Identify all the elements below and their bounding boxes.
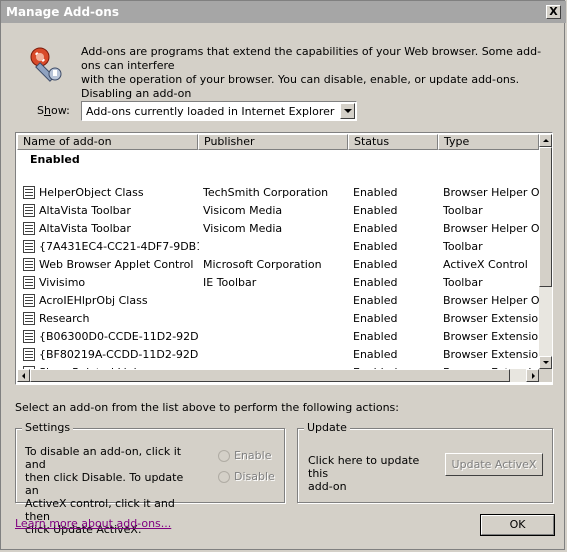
cell-publisher: TechSmith Corporation: [203, 186, 329, 199]
column-header-type[interactable]: Type: [438, 134, 539, 150]
cell-name: AcroIEHlprObj Class: [39, 294, 148, 307]
cell-status: Enabled: [353, 348, 398, 361]
cell-name: Research: [39, 312, 90, 325]
cell-type: Browser Helper Object: [443, 186, 539, 199]
addon-icon: [23, 330, 35, 343]
cell-status: Enabled: [353, 240, 398, 253]
cell-status: Enabled: [353, 258, 398, 271]
vertical-scrollbar[interactable]: [539, 134, 552, 369]
scroll-left-icon[interactable]: [17, 369, 30, 382]
cell-status: Enabled: [353, 222, 398, 235]
cell-name: AltaVista Toolbar: [39, 204, 131, 217]
addon-icon: [23, 240, 35, 253]
window-title: Manage Add-ons: [6, 5, 119, 19]
addons-list[interactable]: Name of add-on Publisher Status Type Ena…: [15, 132, 553, 385]
settings-title: Settings: [22, 421, 74, 434]
group-label-enabled: Enabled: [30, 153, 80, 166]
column-header-publisher[interactable]: Publisher: [198, 134, 348, 150]
cell-type: Browser Extension: [443, 312, 539, 325]
cell-status: Enabled: [353, 186, 398, 199]
cell-publisher: Visicom Media: [203, 222, 283, 235]
update-description: Click here to update this add-on: [308, 454, 420, 493]
table-row[interactable]: AcroIEHlprObj Class Enabled Browser Helper…: [17, 292, 539, 310]
cell-publisher: IE Toolbar: [203, 276, 257, 289]
table-row[interactable]: HelperObject Class TechSmith Corporation E…: [17, 184, 539, 202]
table-row[interactable]: {7A431EC4-CC21-4DF7-9DB1... Enabled Toolba…: [17, 238, 539, 256]
addon-icon: [23, 276, 35, 289]
instructions-text: Select an add-on from the list above to …: [15, 401, 399, 414]
cell-type: Browser Helper Object: [443, 294, 539, 307]
horizontal-scrollbar[interactable]: [17, 369, 539, 382]
title-bar[interactable]: Manage Add-ons X: [1, 1, 566, 23]
table-row[interactable]: Web Browser Applet Control Microsoft Corp…: [17, 256, 539, 274]
update-activex-button[interactable]: Update ActiveX: [445, 453, 543, 476]
addon-icon: [23, 204, 35, 217]
learn-more-link[interactable]: Learn more about add-ons...: [15, 517, 171, 530]
cell-status: Enabled: [353, 204, 398, 217]
cell-name: {BF80219A-CCDD-11D2-92D3...: [39, 348, 199, 361]
cell-type: Toolbar: [443, 276, 483, 289]
scroll-thumb[interactable]: [539, 147, 552, 287]
disable-radio-label: Disable: [234, 470, 275, 483]
cell-name: Web Browser Applet Control: [39, 258, 194, 271]
addon-icon: [23, 258, 35, 271]
close-button[interactable]: X: [546, 5, 561, 19]
cell-publisher: Microsoft Corporation: [203, 258, 322, 271]
table-row[interactable]: Research Enabled Browser Extension: [17, 310, 539, 328]
addon-icon: [23, 294, 35, 307]
show-dropdown-value: Add-ons currently loaded in Internet Exp…: [86, 105, 335, 118]
cell-name: AltaVista Toolbar: [39, 222, 131, 235]
table-row[interactable]: AltaVista Toolbar Visicom Media Enabled Bro…: [17, 220, 539, 238]
ok-button-label: OK: [481, 515, 554, 535]
cell-name: {B06300D0-CCDE-11D2-92D3...: [39, 330, 199, 343]
cell-status: Enabled: [353, 312, 398, 325]
table-row[interactable]: AltaVista Toolbar Visicom Media Enabled Too…: [17, 202, 539, 220]
chevron-down-icon[interactable]: [340, 103, 355, 119]
table-row[interactable]: Vivisimo IE Toolbar Enabled Toolbar: [17, 274, 539, 292]
cell-type: Browser Helper Object: [443, 222, 539, 235]
scroll-corner: [539, 369, 552, 382]
cell-name: HelperObject Class: [39, 186, 144, 199]
enable-radio[interactable]: [218, 450, 230, 462]
addon-icon: [23, 222, 35, 235]
scroll-down-icon[interactable]: [539, 356, 552, 369]
update-title: Update: [304, 421, 350, 434]
addon-icon: [23, 312, 35, 325]
cell-name: Vivisimo: [39, 276, 86, 289]
addon-icon: [23, 348, 35, 361]
cell-type: Toolbar: [443, 204, 483, 217]
table-row[interactable]: {BF80219A-CCDD-11D2-92D3... Enabled Browse…: [17, 346, 539, 364]
show-label: Show:: [37, 104, 70, 117]
cell-status: Enabled: [353, 330, 398, 343]
cell-name: {7A431EC4-CC21-4DF7-9DB1...: [39, 240, 199, 253]
scroll-up-icon[interactable]: [539, 134, 552, 147]
cell-publisher: Visicom Media: [203, 204, 283, 217]
manage-addons-window: Manage Add-ons X Add-ons are programs th…: [0, 0, 566, 550]
cell-type: Toolbar: [443, 240, 483, 253]
list-header: Name of add-on Publisher Status Type: [17, 134, 539, 150]
show-dropdown[interactable]: Add-ons currently loaded in Internet Exp…: [81, 101, 357, 121]
enable-radio-label: Enable: [234, 449, 272, 462]
addons-wrench-icon: [30, 47, 62, 82]
ok-button[interactable]: OK: [480, 514, 555, 536]
cell-type: Browser Extension: [443, 348, 539, 361]
scroll-right-icon[interactable]: [526, 369, 539, 382]
cell-type: Browser Extension: [443, 330, 539, 343]
update-groupbox: Update Click here to update this add-on …: [297, 421, 553, 503]
column-header-name[interactable]: Name of add-on: [17, 134, 198, 150]
table-row[interactable]: {B06300D0-CCDE-11D2-92D3... Enabled Browse…: [17, 328, 539, 346]
cell-status: Enabled: [353, 294, 398, 307]
disable-radio[interactable]: [218, 471, 230, 483]
cell-status: Enabled: [353, 276, 398, 289]
cell-type: ActiveX Control: [443, 258, 528, 271]
addon-icon: [23, 186, 35, 199]
column-header-status[interactable]: Status: [348, 134, 438, 150]
horizontal-scroll-thumb[interactable]: [30, 369, 510, 382]
settings-groupbox: Settings To disable an add-on, click it …: [15, 421, 285, 536]
